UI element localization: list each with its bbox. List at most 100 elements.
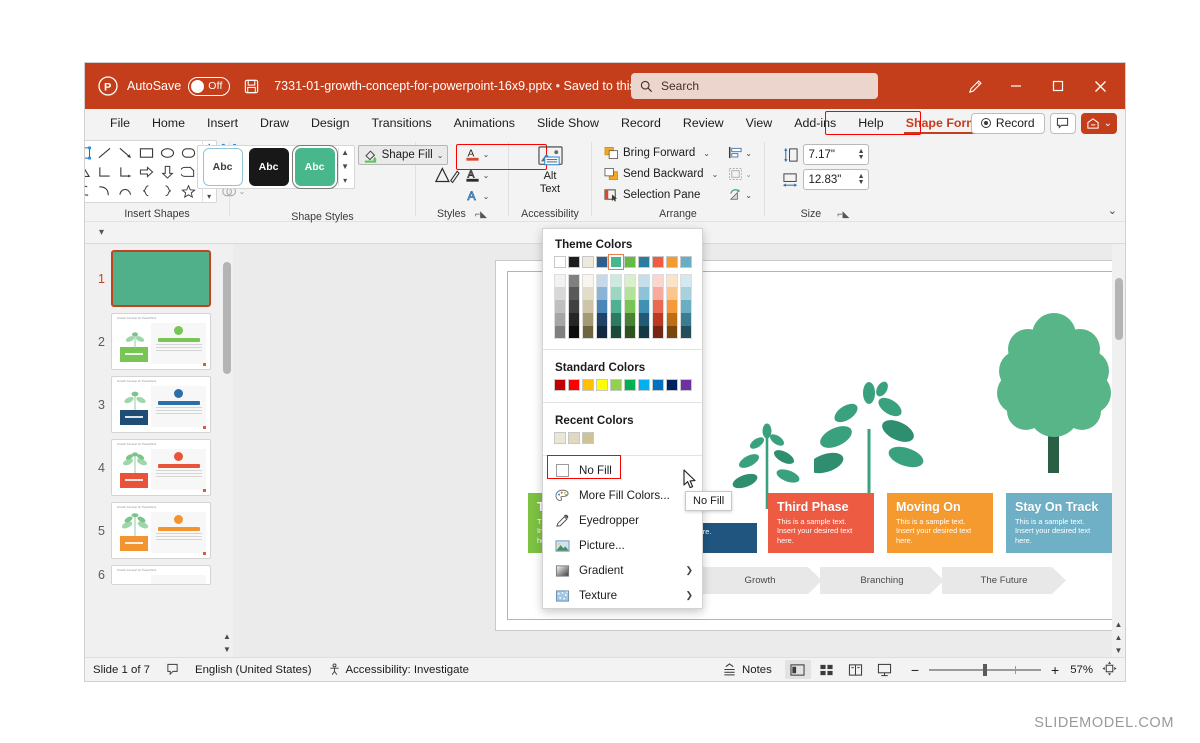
shade-column-8[interactable] [652, 274, 664, 339]
theme-color-shades-grid[interactable] [543, 268, 702, 347]
shape-rounded-rect-icon[interactable] [178, 143, 199, 162]
tab-transitions[interactable]: Transitions [361, 113, 443, 133]
zoom-level[interactable]: 57% [1070, 664, 1093, 676]
view-reading-button[interactable] [843, 660, 869, 679]
view-normal-button[interactable] [784, 660, 811, 679]
tab-home[interactable]: Home [141, 113, 196, 133]
shade-column-7[interactable] [638, 274, 650, 339]
shape-styles-gallery[interactable]: Abc Abc Abc ▲ ▼ ▾ [196, 145, 355, 189]
shape-oval-icon[interactable] [157, 143, 178, 162]
bring-forward-button[interactable]: Bring Forward ⌄ [601, 143, 721, 163]
zoom-slider[interactable] [929, 663, 1041, 676]
tab-view[interactable]: View [735, 113, 784, 133]
shape-arc-icon[interactable] [115, 181, 136, 200]
zoom-in-button[interactable]: + [1051, 662, 1059, 678]
shape-down-arrow-icon[interactable] [157, 162, 178, 181]
theme-color-swatch-8[interactable] [652, 256, 664, 268]
share-button[interactable]: ⌄ [1080, 112, 1117, 134]
tab-record[interactable]: Record [610, 113, 672, 133]
shade-column-6[interactable] [624, 274, 636, 339]
shape-arrow-icon[interactable] [115, 143, 136, 162]
shade-column-10[interactable] [680, 274, 692, 339]
submenu-arrow-icon[interactable]: ❯ [685, 565, 693, 576]
submenu-arrow-icon[interactable]: ❯ [685, 590, 693, 601]
minimize-icon[interactable] [995, 66, 1037, 106]
theme-color-swatch-4[interactable] [596, 256, 608, 268]
thumbnail-card[interactable]: Growth Concept for PowerPoint [111, 376, 211, 433]
theme-color-swatch-10[interactable] [680, 256, 692, 268]
tab-add-ins[interactable]: Add-ins [783, 113, 847, 133]
recent-color-swatch-3[interactable] [582, 432, 594, 444]
selection-pane-button[interactable]: Selection Pane [601, 185, 721, 205]
slide-counter[interactable]: Slide 1 of 7 [93, 664, 150, 676]
menu-item-more-fill-colors[interactable]: More Fill Colors... [543, 483, 702, 508]
chevron-down-icon[interactable]: ⌄ [483, 171, 490, 180]
close-icon[interactable] [1079, 66, 1121, 106]
scroll-previous-slide-icon[interactable]: ▲ [1112, 630, 1125, 644]
scrollbar-thumb[interactable] [1114, 278, 1123, 340]
shape-right-arrow-icon[interactable] [136, 162, 157, 181]
tab-animations[interactable]: Animations [443, 113, 526, 133]
zoom-out-button[interactable]: − [911, 662, 919, 678]
size-dialog-launcher-icon[interactable]: ⌐◣ [837, 209, 849, 220]
align-button[interactable]: ⌄ [725, 143, 755, 163]
shape-left-brace-icon[interactable] [136, 181, 157, 200]
scroll-up-icon[interactable]: ▲ [1112, 617, 1125, 631]
scroll-next-slide-icon[interactable]: ▼ [1112, 643, 1125, 657]
slide-thumbnail-5[interactable]: 5 Growth Concept for PowerPoint [87, 502, 233, 559]
standard-colors-row[interactable] [543, 379, 702, 400]
menu-item-texture[interactable]: Texture ❯ [543, 583, 702, 608]
shape-style-preset-2[interactable]: Abc [248, 148, 289, 186]
send-backward-button[interactable]: Send Backward ⌄ [601, 164, 721, 184]
tab-slide-show[interactable]: Slide Show [526, 113, 610, 133]
tab-design[interactable]: Design [300, 113, 361, 133]
menu-item-gradient[interactable]: Gradient ❯ [543, 558, 702, 583]
thumbnail-scrollbar[interactable]: ▲ ▼ [221, 244, 233, 657]
shade-column-5[interactable] [610, 274, 622, 339]
slide-thumbnail-6[interactable]: 6 Growth Concept for PowerPoint [87, 565, 233, 585]
shape-width-input[interactable]: 12.83" ▲ ▼ [802, 169, 869, 190]
slide-thumbnail-2[interactable]: 2 Growth Concept for PowerPoint [87, 313, 233, 370]
menu-item-picture[interactable]: Picture... [543, 533, 702, 558]
shade-column-9[interactable] [666, 274, 678, 339]
menu-item-no-fill[interactable]: No Fill [543, 458, 702, 483]
standard-color-swatch-8[interactable] [652, 379, 664, 391]
thumbnail-card[interactable]: Growth Concept for PowerPoint [111, 313, 211, 370]
shape-textbox-icon[interactable]: A [85, 143, 94, 162]
shape-curve-icon[interactable] [94, 181, 115, 200]
save-icon[interactable] [238, 73, 264, 99]
slide-thumbnail-pane[interactable]: 1 2 Growth Concept for PowerPoint 3 Grow… [85, 244, 233, 657]
thumbnail-card[interactable]: Growth Concept for PowerPoint [111, 565, 211, 585]
phase-box-5[interactable]: Stay On Track This is a sample text. Ins… [1006, 493, 1112, 553]
maximize-icon[interactable] [1037, 66, 1079, 106]
shape-style-preset-1[interactable]: Abc [202, 148, 243, 186]
theme-color-swatch-9[interactable] [666, 256, 678, 268]
autosave-toggle[interactable]: Off [188, 76, 231, 96]
language-indicator[interactable]: English (United States) [195, 664, 312, 676]
document-filename[interactable]: 7331-01-growth-concept-for-powerpoint-16… [274, 79, 674, 93]
view-slideshow-button[interactable] [872, 660, 898, 679]
theme-color-swatch-1[interactable] [554, 256, 566, 268]
standard-color-swatch-4[interactable] [596, 379, 608, 391]
collapse-ribbon-icon[interactable]: ⌄ [1108, 204, 1117, 217]
zoom-slider-handle[interactable] [983, 663, 987, 676]
standard-color-swatch-5[interactable] [610, 379, 622, 391]
shade-column-3[interactable] [582, 274, 594, 339]
shape-triangle-icon[interactable] [85, 162, 94, 181]
shade-column-4[interactable] [596, 274, 608, 339]
shape-elbow-arrow-icon[interactable] [115, 162, 136, 181]
standard-color-swatch-7[interactable] [638, 379, 650, 391]
wordart-gallery-preview-icon[interactable] [432, 162, 462, 188]
theme-color-swatch-5-selected[interactable] [608, 254, 624, 270]
thumbnail-card[interactable]: Growth Concept for PowerPoint [111, 439, 211, 496]
theme-color-swatch-7[interactable] [638, 256, 650, 268]
shape-right-brace-icon[interactable] [157, 181, 178, 200]
scrollbar-thumb[interactable] [223, 262, 231, 374]
shape-scribble-icon[interactable] [85, 181, 94, 200]
chevron-2[interactable]: Growth [698, 567, 822, 594]
recent-color-swatch-2[interactable] [568, 432, 580, 444]
spellcheck-button[interactable] [166, 663, 179, 676]
shape-fill-dropdown-menu[interactable]: Theme Colors Standard Colors Recent Colo… [542, 228, 703, 609]
chevron-down-icon[interactable]: ⌄ [703, 149, 710, 158]
theme-color-swatch-2[interactable] [568, 256, 580, 268]
